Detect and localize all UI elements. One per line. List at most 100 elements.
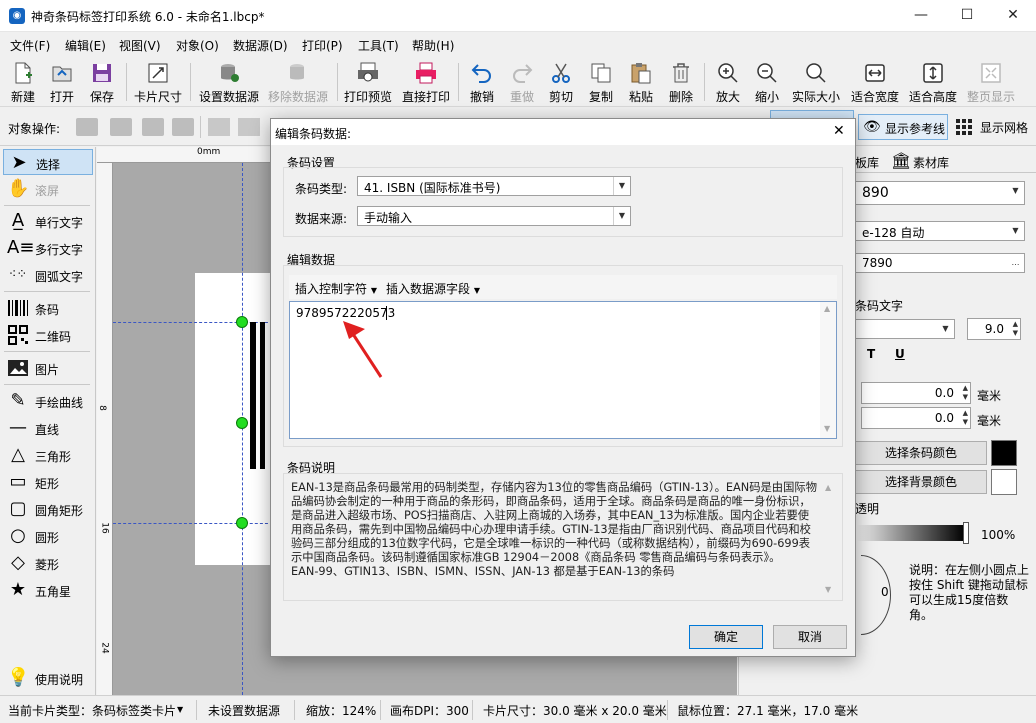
- slider-thumb[interactable]: [963, 522, 969, 544]
- close-window-button[interactable]: ✕: [990, 0, 1036, 32]
- ok-button[interactable]: 确定: [689, 625, 763, 649]
- bar-color-button[interactable]: 选择条码颜色: [855, 441, 987, 465]
- fit-width-button[interactable]: 适合宽度: [848, 59, 902, 105]
- cut-button[interactable]: 剪切: [543, 59, 579, 105]
- menu-object[interactable]: 对象(O): [176, 37, 219, 54]
- data-value-field[interactable]: 7890…: [855, 253, 1025, 273]
- font-select[interactable]: ▼: [855, 319, 955, 339]
- tool-triangle[interactable]: △ 三角形: [3, 442, 93, 468]
- tool-circle[interactable]: ○ 圆形: [3, 523, 93, 549]
- layer-top-icon[interactable]: [76, 118, 98, 136]
- data-source-select[interactable]: 手动输入 ▼: [357, 206, 631, 226]
- barcode-type-select[interactable]: 41. ISBN (国际标准书号) ▼: [357, 176, 631, 196]
- description-scrollbar[interactable]: ▲ ▼: [821, 481, 837, 597]
- menu-datasource[interactable]: 数据源(D): [233, 37, 288, 54]
- show-grid-toggle[interactable]: 显示网格: [952, 114, 1036, 140]
- tab-template-library[interactable]: 板库: [855, 154, 879, 171]
- tool-rectangle[interactable]: ▭ 矩形: [3, 469, 93, 495]
- minimize-button[interactable]: —: [898, 0, 944, 32]
- save-button[interactable]: 保存: [84, 59, 120, 105]
- tool-diamond[interactable]: ◇ 菱形: [3, 550, 93, 576]
- delete-button[interactable]: 删除: [663, 59, 699, 105]
- show-guides-toggle[interactable]: 👁 显示参考线: [858, 114, 948, 140]
- copy-button[interactable]: 复制: [583, 59, 619, 105]
- maximize-button[interactable]: ☐: [944, 0, 990, 32]
- layer-down-icon[interactable]: [142, 118, 164, 136]
- direct-print-button[interactable]: 直接打印: [400, 59, 452, 105]
- tool-image[interactable]: 图片: [3, 355, 93, 381]
- tool-star[interactable]: ★ 五角星: [3, 577, 93, 603]
- tool-select[interactable]: ➤ 选择: [3, 149, 93, 175]
- toolbox-separator: [4, 291, 90, 292]
- actual-size-button[interactable]: 实际大小: [789, 59, 843, 105]
- offset-y-input[interactable]: 0.0 ▲ ▼: [861, 407, 971, 429]
- dialog-close-button[interactable]: ✕: [833, 123, 845, 139]
- tool-barcode[interactable]: 条码: [3, 295, 93, 321]
- tool-arc-text[interactable]: ⁖⁘ 圆弧文字: [3, 262, 93, 288]
- align-center-icon[interactable]: [238, 118, 260, 136]
- tool-scroll[interactable]: ✋ 滚屏: [3, 176, 93, 202]
- cancel-button[interactable]: 取消: [773, 625, 847, 649]
- set-datasource-button[interactable]: 设置数据源: [196, 59, 262, 105]
- zoom-in-button[interactable]: 放大: [710, 59, 746, 105]
- barcode-description-related: EAN-99、GTIN13、ISBN、ISMN、ISSN、JAN-13 都是基于…: [291, 565, 675, 578]
- background-color-button[interactable]: 选择背景颜色: [855, 470, 987, 494]
- layer-bottom-icon[interactable]: [172, 118, 194, 136]
- menu-tools[interactable]: 工具(T): [358, 37, 399, 54]
- tool-help[interactable]: 💡 使用说明: [3, 665, 93, 691]
- underline-button[interactable]: U: [895, 347, 905, 361]
- toolbar-separator: [337, 63, 338, 101]
- selection-handle[interactable]: [236, 316, 248, 328]
- card-size-button[interactable]: 卡片尺寸: [132, 59, 184, 105]
- barcode-object[interactable]: [250, 322, 270, 469]
- open-button[interactable]: 打开: [44, 59, 80, 105]
- card-type-status[interactable]: 当前卡片类型：条码标签类卡片: [8, 702, 176, 719]
- menu-edit[interactable]: 编辑(E): [65, 37, 106, 54]
- selection-handle[interactable]: [236, 417, 248, 429]
- textarea-scrollbar[interactable]: ▲ ▼: [820, 302, 836, 438]
- scroll-up-icon[interactable]: ▲: [824, 304, 830, 313]
- barcode-value-field[interactable]: 890 ▼: [855, 181, 1025, 205]
- show-grid-label: 显示网格: [980, 121, 1029, 135]
- insert-datasource-field-button[interactable]: 插入数据源字段 ▼: [386, 280, 480, 297]
- chevron-down-icon[interactable]: ▼: [177, 705, 183, 714]
- print-preview-button[interactable]: 打印预览: [342, 59, 394, 105]
- tool-single-line-text[interactable]: A̲ 单行文字: [3, 208, 93, 234]
- bar-color-swatch[interactable]: [991, 440, 1017, 466]
- new-button[interactable]: 新建: [5, 59, 41, 105]
- tool-line[interactable]: — 直线: [3, 415, 93, 441]
- tool-multi-line-text[interactable]: A≡ 多行文字: [3, 235, 93, 261]
- scroll-up-icon[interactable]: ▲: [825, 483, 831, 492]
- ruler-origin-label: 0mm: [197, 147, 221, 157]
- tab-asset-library[interactable]: 素材库: [913, 154, 949, 171]
- undo-button[interactable]: 撤销: [464, 59, 500, 105]
- scroll-down-icon[interactable]: ▼: [825, 585, 831, 594]
- redo-label: 重做: [509, 90, 534, 104]
- zoom-out-button[interactable]: 缩小: [749, 59, 785, 105]
- offset-x-input[interactable]: 0.0 ▲ ▼: [861, 382, 971, 404]
- fit-page-button[interactable]: 整页显示: [964, 59, 1018, 105]
- selection-handle[interactable]: [236, 517, 248, 529]
- scroll-down-icon[interactable]: ▼: [824, 424, 830, 433]
- insert-control-char-button[interactable]: 插入控制字符 ▼: [295, 280, 377, 297]
- align-left-icon[interactable]: [208, 118, 230, 136]
- transparency-slider[interactable]: [855, 525, 965, 541]
- menu-view[interactable]: 视图(V): [119, 37, 161, 54]
- menu-help[interactable]: 帮助(H): [412, 37, 454, 54]
- menu-print[interactable]: 打印(P): [302, 37, 343, 54]
- offset-y-text: 0.0: [934, 411, 954, 425]
- paste-button[interactable]: 粘贴: [623, 59, 659, 105]
- tool-qrcode[interactable]: 二维码: [3, 322, 93, 348]
- tool-rounded-rectangle[interactable]: ▢ 圆角矩形: [3, 496, 93, 522]
- fit-height-button[interactable]: 适合高度: [906, 59, 960, 105]
- encoding-select[interactable]: e-128 自动 ▼: [855, 221, 1025, 241]
- font-size-input[interactable]: 9.0 ▲ ▼: [967, 318, 1021, 340]
- tool-freehand[interactable]: ✎ 手绘曲线: [3, 388, 93, 414]
- redo-button[interactable]: 重做: [504, 59, 540, 105]
- remove-datasource-button[interactable]: 移除数据源: [265, 59, 331, 105]
- layer-up-icon[interactable]: [110, 118, 132, 136]
- menu-file[interactable]: 文件(F): [10, 37, 50, 54]
- bold-button[interactable]: T: [867, 347, 875, 361]
- barcode-type-value: 41. ISBN (国际标准书号): [364, 181, 501, 195]
- background-color-swatch[interactable]: [991, 469, 1017, 495]
